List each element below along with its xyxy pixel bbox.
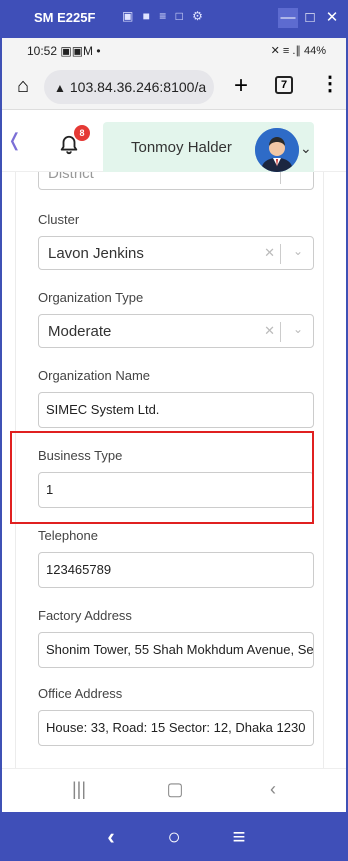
select-separator — [280, 172, 281, 184]
cluster-select[interactable]: Lavon Jenkins ✕ ⌄ — [38, 236, 314, 270]
maximize-button[interactable]: □ — [300, 8, 320, 28]
district-value: District — [48, 172, 94, 182]
select-separator — [280, 244, 281, 264]
status-left-icons: ▣▣M • — [60, 44, 101, 58]
organization-type-select[interactable]: Moderate ✕ ⌄ — [38, 314, 314, 348]
telephone-input[interactable]: 123465789 — [38, 552, 314, 588]
back-icon[interactable]: ‹ — [258, 779, 288, 800]
clear-icon[interactable]: ✕ — [264, 323, 275, 339]
district-select[interactable]: District — [38, 172, 314, 190]
notification-badge: 8 — [74, 125, 90, 141]
select-separator — [280, 322, 281, 342]
form-content: District Cluster Lavon Jenkins ✕ ⌄ Organ… — [2, 172, 346, 768]
clear-icon[interactable]: ✕ — [264, 245, 275, 261]
menu-icon[interactable]: ⋮ — [320, 74, 340, 94]
app-header: ❬ 8 Tonmoy Halder ⌄ — [2, 110, 346, 176]
organization-type-value: Moderate — [48, 323, 112, 340]
user-name: Tonmoy Halder — [131, 139, 232, 156]
telephone-label: Telephone — [38, 528, 98, 543]
business-type-highlight — [10, 431, 314, 524]
recent-apps-icon[interactable]: ||| — [64, 779, 94, 800]
status-right: ✕ ≡ .∥ 44% — [270, 45, 326, 57]
user-avatar-icon — [255, 128, 299, 172]
window-toolbar-icons[interactable]: ▣ ■ ≡ □ ⚙ — [122, 9, 206, 23]
warning-icon: ▲ — [54, 81, 66, 95]
emulator-menu-icon[interactable]: ≡ — [224, 824, 254, 850]
status-bar: 10:52 ▣▣M • ✕ ≡ .∥ 44% — [2, 38, 346, 64]
url-text: 103.84.36.246:8100/a — [69, 79, 207, 95]
office-address-input[interactable]: House: 33, Road: 15 Sector: 12, Dhaka 12… — [38, 710, 314, 746]
office-address-label: Office Address — [38, 686, 123, 701]
tab-count-button[interactable]: 7 — [275, 76, 293, 94]
user-menu[interactable]: Tonmoy Halder ⌄ — [103, 122, 314, 176]
factory-address-input[interactable]: Shonim Tower, 55 Shah Mokhdum Avenue, Se… — [38, 632, 314, 668]
android-nav-bar: ||| ▢ ‹ — [2, 768, 346, 812]
window-title: SM E225F — [34, 10, 96, 25]
organization-name-label: Organization Name — [38, 368, 150, 383]
browser-toolbar: ⌂ ▲ 103.84.36.246:8100/a + 7 ⋮ — [2, 64, 346, 110]
cluster-value: Lavon Jenkins — [48, 245, 144, 262]
emulator-bottom-bar: ‹ ○ ≡ — [0, 812, 348, 861]
cluster-label: Cluster — [38, 212, 80, 227]
new-tab-button[interactable]: + — [228, 72, 254, 100]
factory-address-label: Factory Address — [38, 608, 132, 623]
status-time: 10:52 ▣▣M • — [27, 44, 101, 58]
chevron-down-icon[interactable]: ⌄ — [300, 140, 312, 157]
organization-type-label: Organization Type — [38, 290, 144, 305]
organization-name-input[interactable]: SIMEC System Ltd. — [38, 392, 314, 428]
home-icon[interactable]: ⌂ — [12, 75, 34, 97]
phone-screen: 10:52 ▣▣M • ✕ ≡ .∥ 44% ⌂ ▲ 103.84.36.246:… — [2, 38, 346, 812]
minimize-button[interactable]: — — [278, 8, 298, 28]
chevron-down-icon[interactable]: ⌄ — [293, 322, 303, 336]
close-button[interactable]: ✕ — [322, 8, 342, 28]
url-field[interactable]: ▲ 103.84.36.246:8100/a — [44, 70, 214, 104]
avatar — [255, 128, 299, 172]
chevron-down-icon[interactable]: ⌄ — [293, 244, 303, 258]
sidebar-toggle-icon[interactable]: ❬ — [7, 130, 22, 151]
window-title-bar: SM E225F ▣ ■ ≡ □ ⚙ — □ ✕ — [0, 0, 348, 38]
home-circle-icon[interactable]: ▢ — [160, 779, 190, 800]
emulator-home-icon[interactable]: ○ — [159, 824, 189, 850]
emulator-back-icon[interactable]: ‹ — [96, 824, 126, 850]
